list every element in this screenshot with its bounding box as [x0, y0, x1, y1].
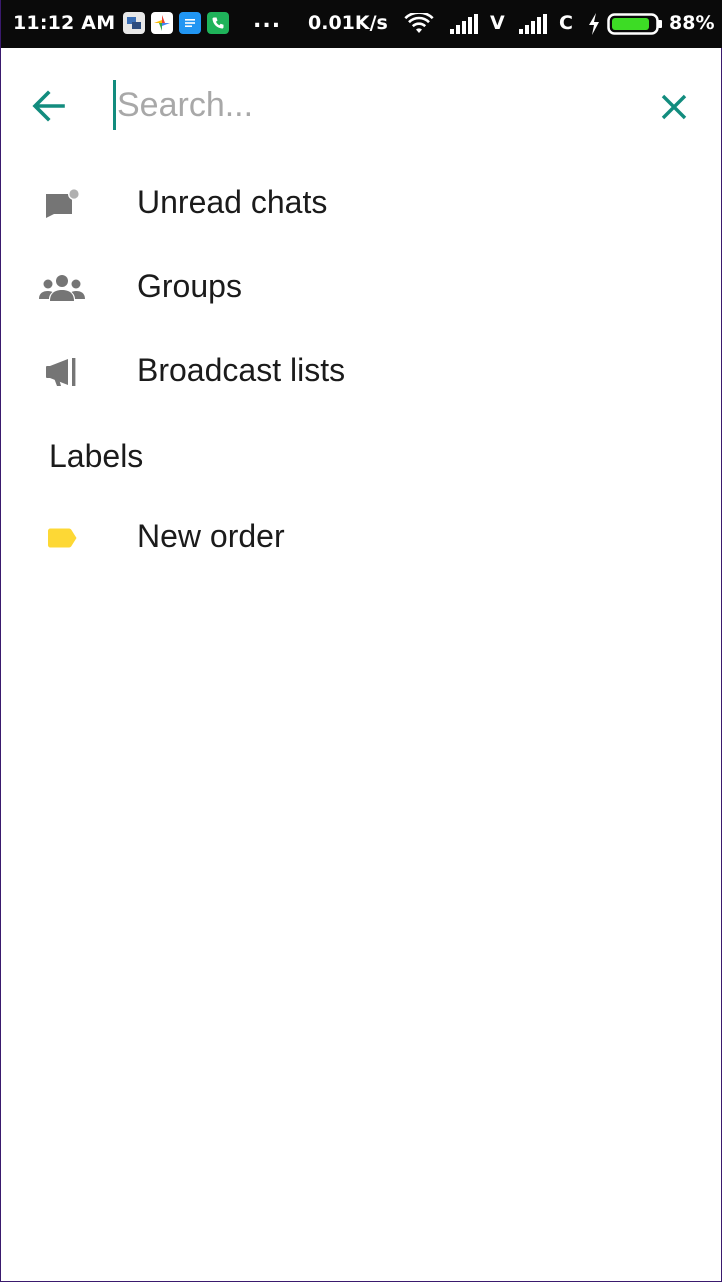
back-button[interactable] — [29, 86, 69, 126]
app-notification-icon — [123, 12, 145, 34]
close-icon — [661, 94, 687, 120]
status-time: 11:12 AM — [13, 12, 116, 34]
battery-icon — [607, 13, 662, 35]
label-item-new-order[interactable]: New order — [1, 496, 722, 580]
labels-section-title: Labels — [49, 438, 144, 474]
sim1-carrier-label: V — [490, 12, 505, 34]
search-input[interactable] — [115, 80, 633, 130]
notification-icons — [123, 12, 229, 34]
photos-notification-icon — [151, 12, 173, 34]
label-tag-icon — [39, 518, 85, 558]
signal-strength-sim1-icon — [450, 14, 478, 34]
call-notification-icon — [207, 12, 229, 34]
charging-icon — [589, 13, 599, 35]
clear-search-button[interactable] — [657, 90, 691, 124]
filter-label: Unread chats — [137, 184, 328, 220]
wifi-icon — [404, 13, 434, 33]
groups-icon — [39, 268, 85, 308]
filter-groups[interactable]: Groups — [1, 246, 722, 330]
filter-unread-chats[interactable]: Unread chats — [1, 162, 722, 246]
filter-label: Broadcast lists — [137, 352, 346, 388]
network-speed: 0.01K/s — [308, 12, 388, 34]
battery-percentage: 88% — [669, 12, 715, 34]
unread-chats-icon — [39, 184, 85, 224]
more-notifications-indicator: ... — [253, 8, 282, 33]
battery-level-fill — [612, 18, 649, 30]
broadcast-icon — [39, 352, 85, 392]
docs-notification-icon — [179, 12, 201, 34]
sim2-carrier-label: C — [559, 12, 573, 34]
filter-broadcast-lists[interactable]: Broadcast lists — [1, 330, 722, 414]
status-bar: 11:12 AM ... 0.01K/s V C 88% — [1, 0, 722, 48]
search-field[interactable] — [113, 80, 633, 130]
signal-strength-sim2-icon — [519, 14, 547, 34]
arrow-back-icon — [32, 90, 65, 122]
filter-label: Groups — [137, 268, 242, 304]
label-name: New order — [137, 518, 285, 554]
